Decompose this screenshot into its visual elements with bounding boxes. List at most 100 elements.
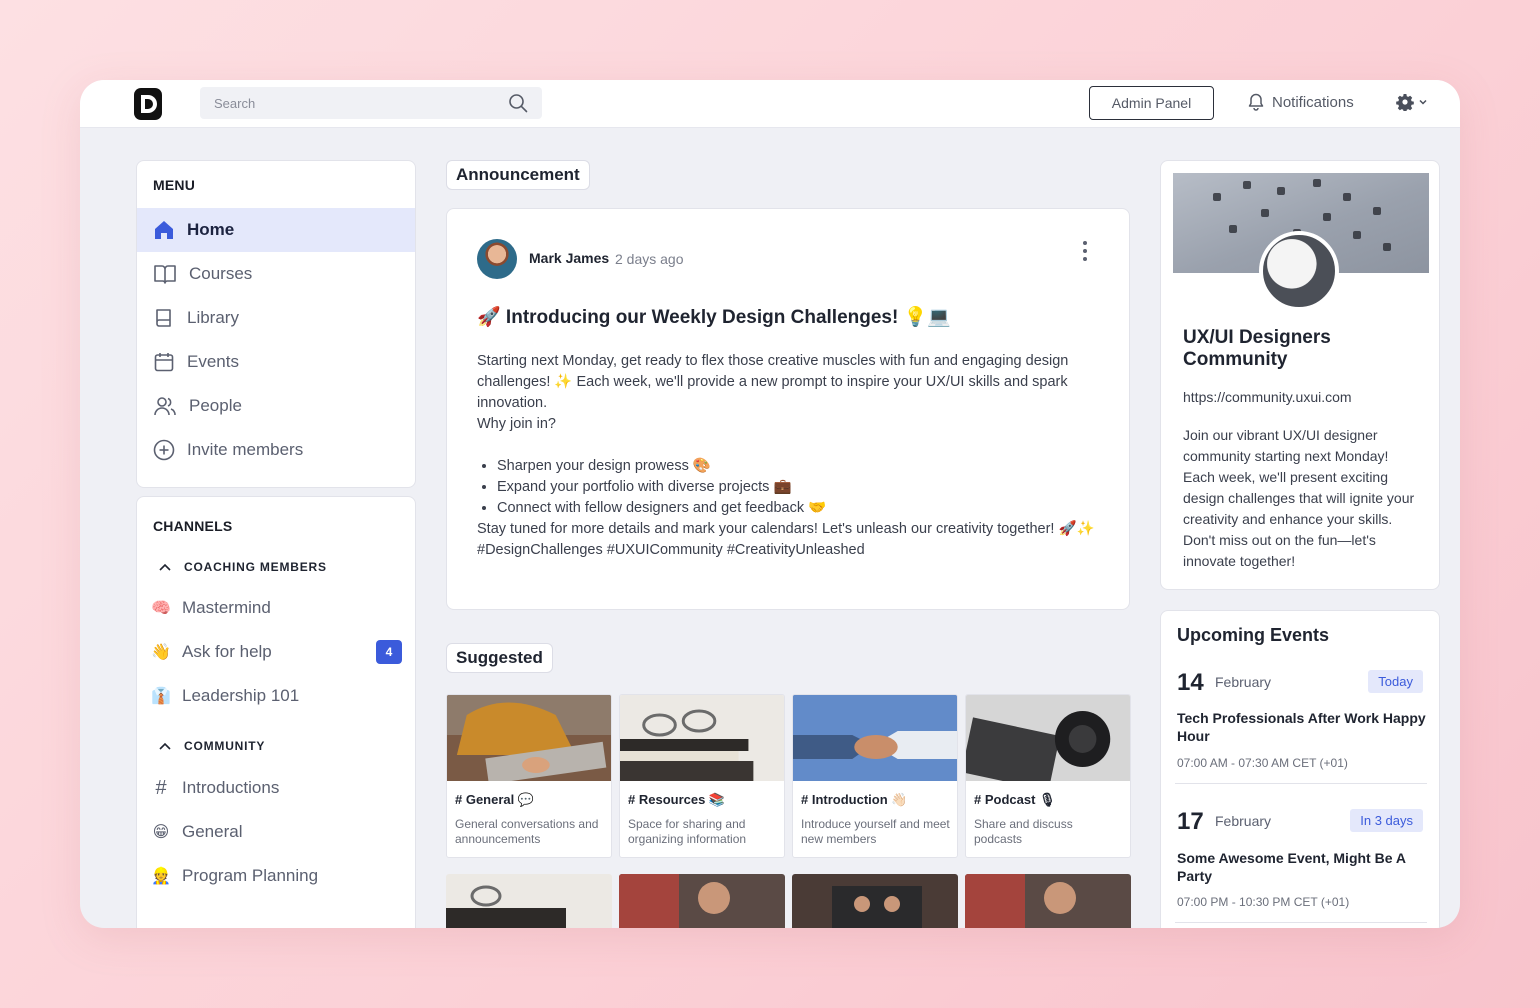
event-day: 17 xyxy=(1177,808,1204,835)
event-divider xyxy=(1175,922,1427,923)
author-name[interactable]: Mark James xyxy=(529,250,609,266)
thumbnail-books-image xyxy=(446,874,612,928)
author-avatar[interactable] xyxy=(477,239,517,279)
event-status-badge: Today xyxy=(1368,670,1423,693)
admin-panel-button[interactable]: Admin Panel xyxy=(1089,86,1214,120)
menu-item-library[interactable]: Library xyxy=(137,296,415,340)
menu-item-label: People xyxy=(189,396,242,415)
event-divider xyxy=(1175,783,1427,784)
post-bullet: Expand your portfolio with diverse proje… xyxy=(497,477,1107,498)
menu-item-people[interactable]: People xyxy=(137,384,415,428)
chevron-down-icon xyxy=(1419,99,1427,105)
thumbnail-headphones-image xyxy=(966,695,1130,791)
suggested-description: General conversations and announcements xyxy=(455,817,599,846)
search-bar[interactable] xyxy=(200,87,542,119)
community-name: UX/UI Designers Community xyxy=(1183,327,1331,370)
event-month: February xyxy=(1215,674,1272,690)
channels-title: CHANNELS xyxy=(153,518,233,534)
suggested-channel-introduction[interactable]: # Introduction 👋🏻 Introduce yourself and… xyxy=(792,694,958,858)
suggested-heading: Suggested xyxy=(446,643,553,673)
channel-leadership-101[interactable]: 👔 Leadership 101 xyxy=(150,676,402,716)
group-community[interactable]: COMMUNITY xyxy=(158,739,265,753)
menu-item-label: Invite members xyxy=(187,440,304,459)
post-paragraph: Stay tuned for more details and mark you… xyxy=(477,521,1095,537)
chevron-up-icon xyxy=(159,742,171,750)
post-paragraph: Starting next Monday, get ready to flex … xyxy=(477,353,1069,411)
event-name[interactable]: Tech Professionals After Work Happy Hour xyxy=(1177,709,1427,745)
grinning-face-icon: 😁 xyxy=(152,824,170,841)
channel-program-planning[interactable]: 👷 Program Planning xyxy=(150,856,402,896)
community-avatar xyxy=(1259,231,1339,311)
suggested-title: # Resources 📚 xyxy=(628,792,726,807)
post-time: 2 days ago xyxy=(615,251,684,267)
menu-item-invite-members[interactable]: Invite members xyxy=(137,428,415,472)
event-month: February xyxy=(1215,813,1272,829)
more-options-icon[interactable] xyxy=(1079,241,1091,263)
post-bullet: Connect with fellow designers and get fe… xyxy=(497,498,1107,519)
post-paragraph: Why join in? xyxy=(477,416,556,432)
home-icon xyxy=(155,221,173,239)
post-title: 🚀 Introducing our Weekly Design Challeng… xyxy=(477,307,951,328)
notifications-button[interactable]: Notifications xyxy=(1248,93,1354,111)
channel-mastermind[interactable]: 🧠 Mastermind xyxy=(150,588,402,628)
plus-circle-icon xyxy=(153,439,175,461)
channel-introductions[interactable]: # Introductions xyxy=(150,768,402,808)
event-name[interactable]: Some Awesome Event, Might Be A Party xyxy=(1177,849,1427,885)
menu-item-label: Courses xyxy=(189,264,253,283)
waving-hand-icon: 👋 xyxy=(151,644,171,661)
menu-item-label: Library xyxy=(187,308,239,327)
suggested-channel-podcast[interactable]: # Podcast 🎙 Share and discuss podcasts xyxy=(965,694,1131,858)
menu-item-label: Home xyxy=(187,220,235,239)
thumbnail-laptop-image xyxy=(447,695,611,785)
bell-icon xyxy=(1248,93,1264,111)
app-window: Admin Panel Notifications MENU Home xyxy=(80,80,1460,928)
community-url-link[interactable]: https://community.uxui.com xyxy=(1183,389,1352,405)
suggested-card-partial[interactable] xyxy=(619,874,785,928)
announcement-heading: Announcement xyxy=(446,160,590,190)
search-icon[interactable] xyxy=(508,93,528,113)
event-status-badge: In 3 days xyxy=(1350,809,1423,832)
menu-item-label: Events xyxy=(187,352,239,371)
suggested-description: Introduce yourself and meet new members xyxy=(801,817,950,846)
group-coaching-members[interactable]: COACHING MEMBERS xyxy=(158,560,327,574)
menu-title: MENU xyxy=(153,177,196,193)
thumbnail-person-image xyxy=(619,874,785,928)
event-time: 07:00 AM - 07:30 AM CET (+01) xyxy=(1177,756,1348,770)
channel-label: Ask for help xyxy=(182,642,272,661)
events-title: Upcoming Events xyxy=(1177,625,1330,645)
suggested-card-partial[interactable] xyxy=(965,874,1131,928)
thumbnail-handshake-image xyxy=(793,695,957,781)
suggested-title: # Introduction 👋🏻 xyxy=(801,792,908,807)
book-icon xyxy=(156,309,171,327)
calendar-icon xyxy=(154,353,174,372)
suit-person-icon: 👔 xyxy=(151,688,171,705)
menu-item-home[interactable]: Home xyxy=(137,208,415,252)
settings-menu[interactable] xyxy=(1396,93,1428,111)
search-input[interactable] xyxy=(214,95,474,111)
announcement-post: Mark James 2 days ago 🚀 Introducing our … xyxy=(446,208,1130,610)
post-body: Starting next Monday, get ready to flex … xyxy=(477,351,1107,561)
suggested-card-partial[interactable] xyxy=(446,874,612,928)
menu-item-courses[interactable]: Courses xyxy=(137,252,415,296)
channel-general[interactable]: 😁 General xyxy=(150,812,402,852)
brain-icon: 🧠 xyxy=(151,600,171,617)
suggested-channel-resources[interactable]: # Resources 📚 Space for sharing and orga… xyxy=(619,694,785,858)
people-icon xyxy=(154,397,176,416)
menu-item-events[interactable]: Events xyxy=(137,340,415,384)
upcoming-events-card: Upcoming Events 14 February Today Tech P… xyxy=(1160,610,1440,928)
channel-label: Program Planning xyxy=(182,866,319,885)
community-description: Join our vibrant UX/UI designer communit… xyxy=(1183,427,1415,569)
gear-icon xyxy=(1396,94,1414,111)
construction-worker-icon: 👷 xyxy=(151,868,171,885)
post-bullet: Sharpen your design prowess 🎨 xyxy=(497,456,1107,477)
thumbnail-person-image xyxy=(965,874,1131,928)
event-time: 07:00 PM - 10:30 PM CET (+01) xyxy=(1177,895,1350,909)
suggested-channel-general[interactable]: # General 💬 General conversations and an… xyxy=(446,694,612,858)
group-label: COMMUNITY xyxy=(184,739,266,753)
suggested-card-partial[interactable] xyxy=(792,874,958,928)
channel-ask-for-help[interactable]: 👋 Ask for help 4 xyxy=(150,632,402,672)
post-hashtags[interactable]: #DesignChallenges #UXUICommunity #Creati… xyxy=(477,540,1107,561)
channel-label: General xyxy=(182,822,243,841)
app-logo[interactable] xyxy=(134,88,162,120)
group-label: COACHING MEMBERS xyxy=(184,560,327,574)
